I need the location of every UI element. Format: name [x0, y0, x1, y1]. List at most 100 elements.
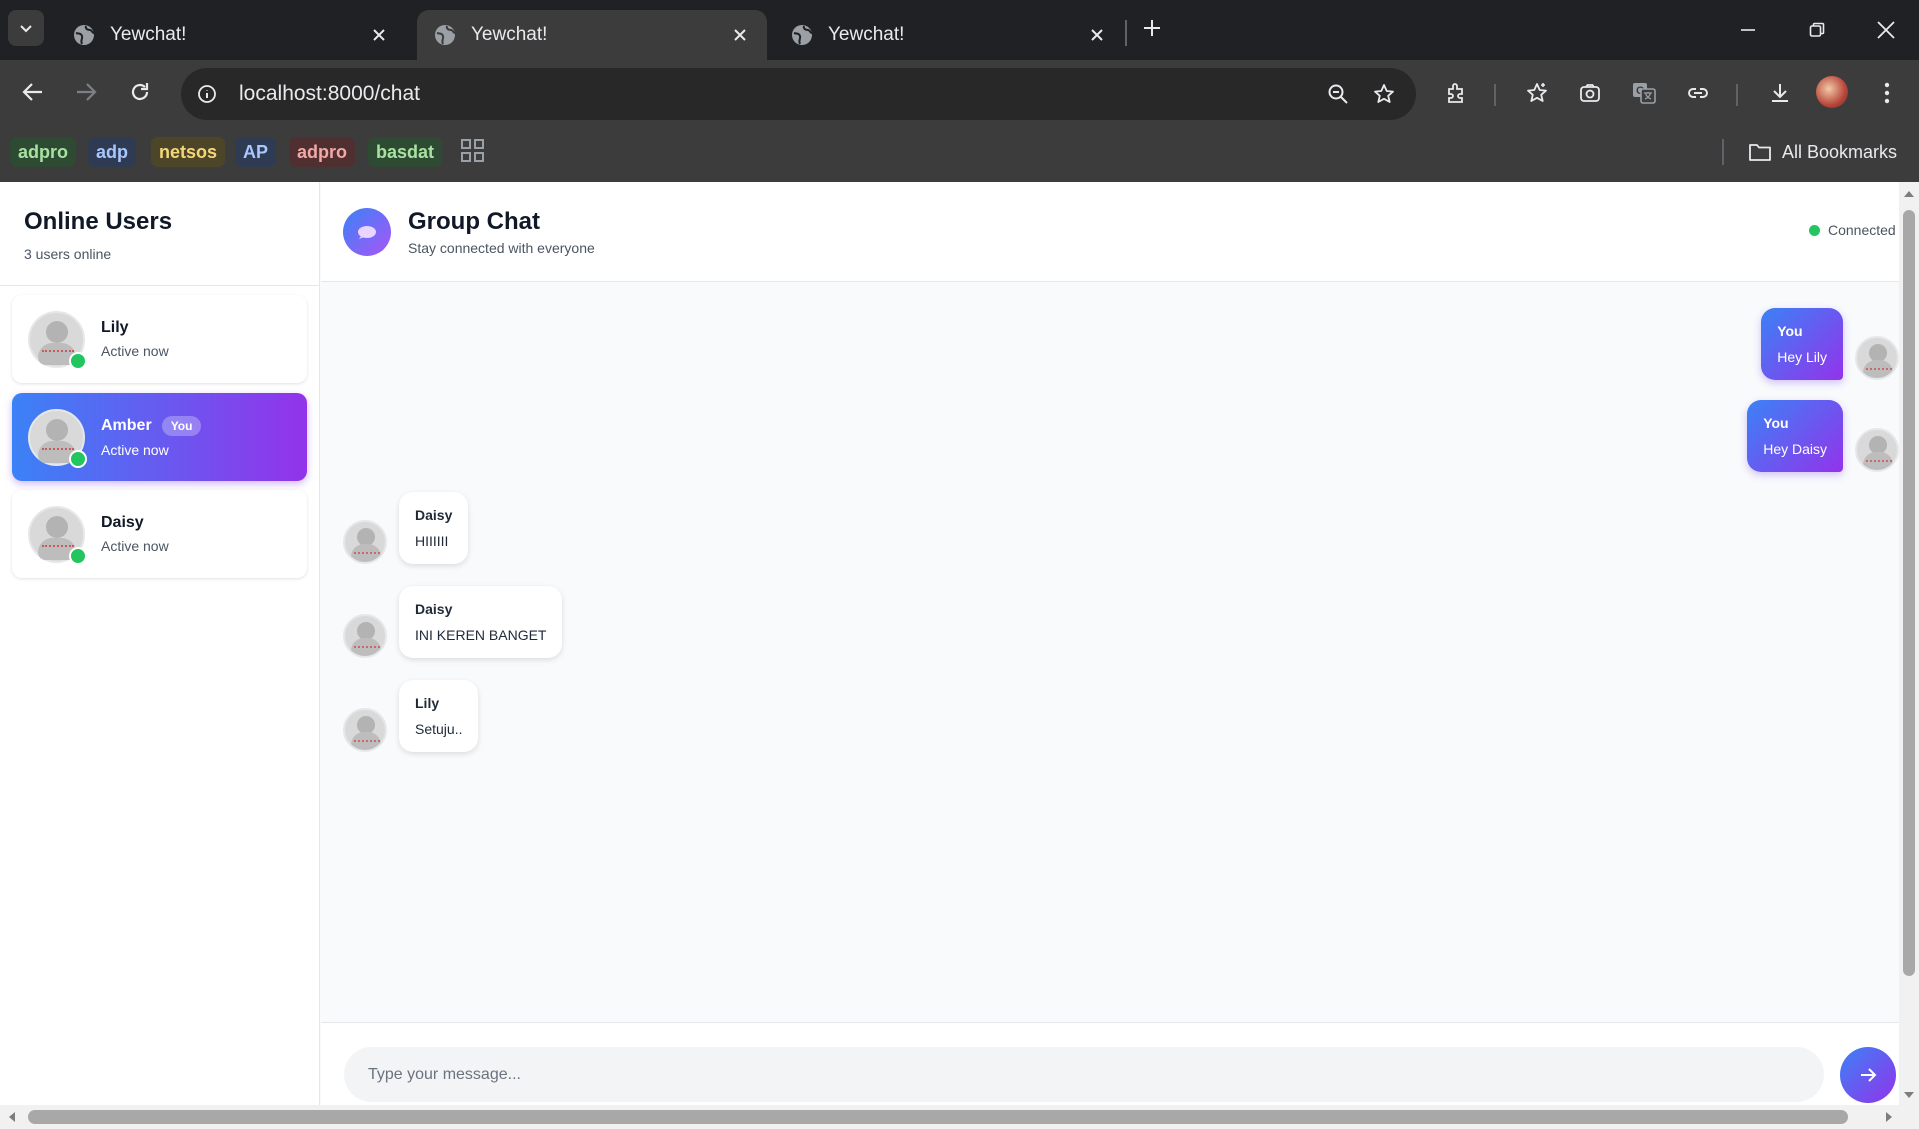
zoom-icon[interactable]: [1318, 74, 1358, 114]
sidebar-header: Online Users 3 users online: [0, 182, 319, 286]
address-bar[interactable]: localhost:8000/chat: [181, 68, 1416, 120]
message-sender: You: [1763, 415, 1789, 431]
message-input[interactable]: [344, 1047, 1824, 1102]
message-bubble: You Hey Daisy: [1747, 400, 1843, 472]
reload-icon: [131, 83, 149, 101]
bookmark-basdat[interactable]: basdat: [368, 137, 443, 167]
tab-search-button[interactable]: [8, 10, 44, 46]
profile-avatar[interactable]: [1816, 76, 1848, 108]
avatar: [343, 708, 387, 752]
you-badge: You: [161, 416, 202, 436]
arrow-right-icon: [1861, 1068, 1877, 1082]
url-text[interactable]: localhost:8000/chat: [239, 82, 1318, 106]
avatar: [343, 614, 387, 658]
user-name: Amber: [101, 417, 152, 434]
user-name-row: Amber You: [101, 416, 202, 436]
bookmark-adpro[interactable]: adpro: [10, 137, 77, 167]
screenshot-icon[interactable]: [1571, 74, 1609, 112]
bookmark-star-icon[interactable]: [1518, 74, 1556, 112]
tab-strip: Yewchat! Yewchat! Yewchat!: [0, 0, 1919, 60]
user-name: Daisy: [101, 514, 144, 531]
message-incoming: Daisy HIIIIII: [343, 492, 469, 564]
message-text: HIIIIII: [415, 533, 449, 549]
browser-tab-1[interactable]: Yewchat!: [56, 10, 406, 60]
site-info-icon[interactable]: [189, 76, 225, 112]
message-sender: Daisy: [415, 601, 453, 617]
close-icon[interactable]: [1086, 24, 1108, 46]
plus-icon: [1144, 20, 1160, 36]
message-bubble: Daisy HIIIIII: [399, 492, 469, 564]
minimize-button[interactable]: [1723, 8, 1773, 52]
folder-icon: [1749, 144, 1771, 161]
avatar: [28, 408, 87, 468]
bookmark-ap[interactable]: AP: [235, 137, 277, 167]
download-icon[interactable]: [1761, 74, 1799, 112]
message-sender: You: [1777, 323, 1803, 339]
close-window-button[interactable]: [1861, 8, 1911, 52]
scroll-down-icon[interactable]: [1899, 1087, 1919, 1103]
browser-toolbar: localhost:8000/chat G: [0, 60, 1919, 125]
sidebar-title: Online Users: [24, 208, 173, 235]
bookmark-netsos[interactable]: netsos: [151, 137, 226, 167]
avatar: [1855, 428, 1899, 472]
back-button[interactable]: [15, 74, 51, 110]
user-name: Lily: [101, 319, 129, 336]
arrow-right-icon: [77, 83, 97, 101]
browser-tab-3[interactable]: Yewchat!: [774, 10, 1124, 60]
close-icon[interactable]: [729, 24, 751, 46]
message-incoming: Daisy INI KEREN BANGET: [343, 586, 563, 658]
chat-bubble-icon: [343, 208, 391, 256]
link-icon[interactable]: [1679, 74, 1717, 112]
web-page: Online Users 3 users online Lily Active …: [0, 182, 1899, 1105]
reload-button[interactable]: [122, 74, 158, 110]
message-bubble: You Hey Lily: [1761, 308, 1843, 380]
browser-tab-2[interactable]: Yewchat!: [417, 10, 767, 60]
bookmark-adp[interactable]: adp: [88, 137, 137, 167]
user-card-lily[interactable]: Lily Active now: [12, 295, 307, 383]
horizontal-scrollbar[interactable]: [0, 1105, 1919, 1129]
user-status: Active now: [101, 538, 169, 554]
chat-panel: Group Chat Stay connected with everyone …: [321, 182, 1899, 1105]
user-card-daisy[interactable]: Daisy Active now: [12, 490, 307, 578]
restore-button[interactable]: [1792, 8, 1842, 52]
scroll-right-icon[interactable]: [1881, 1105, 1897, 1129]
scrollbar-thumb[interactable]: [28, 1110, 1848, 1124]
all-bookmarks-button[interactable]: All Bookmarks: [1748, 137, 1897, 167]
tab-separator: [1125, 20, 1127, 46]
scroll-up-icon[interactable]: [1899, 186, 1919, 202]
bookmarks-bar: adpro adp netsos AP adpro basdat All Boo…: [0, 125, 1919, 182]
bookmark-adpro-2[interactable]: adpro: [289, 137, 356, 167]
avatar: [1855, 336, 1899, 380]
new-tab-button[interactable]: [1136, 12, 1168, 44]
close-icon[interactable]: [368, 24, 390, 46]
star-icon[interactable]: [1364, 74, 1404, 114]
send-button[interactable]: [1840, 1047, 1896, 1103]
message-text: Hey Daisy: [1763, 441, 1827, 457]
user-card-amber[interactable]: Amber You Active now: [12, 393, 307, 481]
all-bookmarks-label: All Bookmarks: [1782, 141, 1898, 162]
message-bubble: Daisy INI KEREN BANGET: [399, 586, 563, 658]
forward-button[interactable]: [68, 74, 104, 110]
scroll-left-icon[interactable]: [4, 1105, 20, 1129]
globe-icon: [790, 23, 814, 47]
online-indicator: [69, 351, 87, 370]
tab-title: Yewchat!: [110, 24, 187, 45]
tab-title: Yewchat!: [828, 24, 905, 45]
translate-icon[interactable]: G: [1625, 74, 1663, 112]
message-composer: [321, 1022, 1899, 1105]
online-indicator: [69, 449, 87, 468]
vertical-scrollbar[interactable]: [1899, 182, 1919, 1105]
message-sender: Daisy: [415, 507, 453, 523]
online-indicator: [69, 546, 87, 565]
avatar: [28, 505, 87, 565]
connection-status: Connected: [1809, 222, 1896, 238]
avatar: [343, 520, 387, 564]
toolbar-separator: [1494, 84, 1496, 106]
globe-icon: [72, 23, 96, 47]
message-text: Setuju..: [415, 721, 463, 737]
apps-grid-icon[interactable]: [460, 138, 488, 166]
more-menu-icon[interactable]: [1868, 74, 1906, 112]
chat-title: Group Chat: [408, 208, 540, 235]
scrollbar-thumb[interactable]: [1903, 210, 1915, 976]
extensions-icon[interactable]: [1438, 74, 1476, 112]
